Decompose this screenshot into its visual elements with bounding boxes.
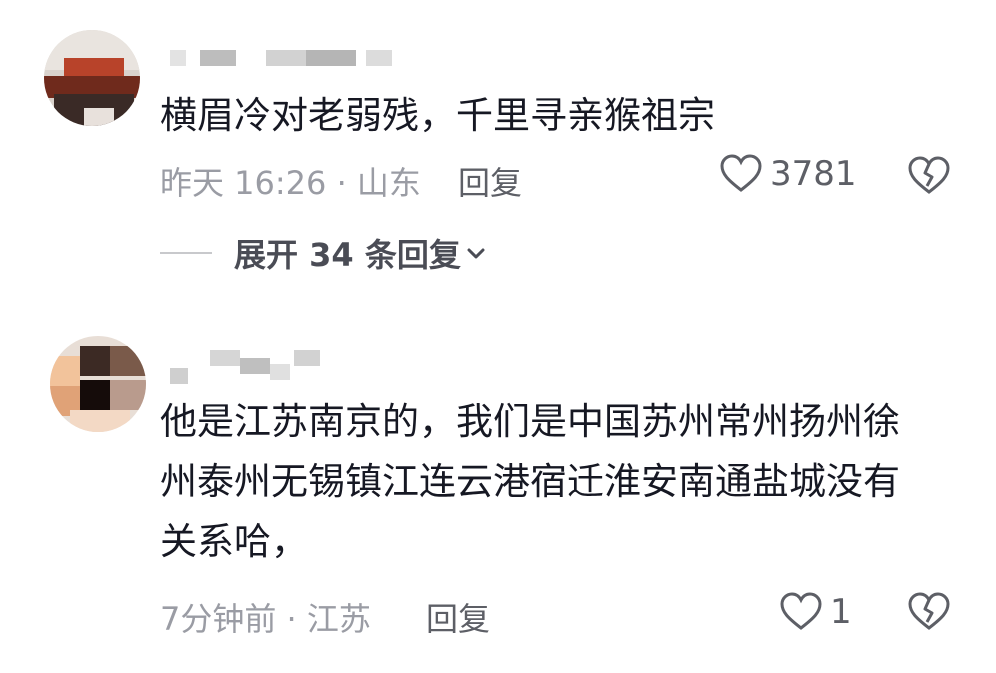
username[interactable]	[170, 46, 410, 70]
comment-text-line: 横眉冷对老弱残，千里寻亲猴祖宗	[160, 94, 715, 137]
divider	[160, 252, 212, 254]
comment-text: 他是江苏南京的，我们是中国苏州常州扬州徐 州泰州无锡镇江连云港宿迁淮安南通盐城没…	[160, 392, 900, 572]
username[interactable]	[170, 350, 340, 384]
heart-outline-icon	[780, 592, 822, 630]
avatar[interactable]	[50, 336, 146, 432]
broken-heart-icon[interactable]	[908, 592, 950, 632]
like-count: 1	[830, 592, 852, 632]
like-count: 3781	[770, 154, 857, 194]
reply-button[interactable]: 回复	[458, 158, 522, 204]
comment-text-line: 州泰州无锡镇江连云港宿迁淮安南通盐城没有	[160, 460, 900, 503]
avatar[interactable]	[44, 30, 140, 126]
expand-replies-label: 展开 34 条回复	[234, 236, 461, 274]
chevron-down-icon	[467, 248, 485, 259]
comment-item: 横眉冷对老弱残，千里寻亲猴祖宗 昨天 16:26 · 山东 回复 3781 展开…	[0, 0, 996, 300]
comment-text-line: 关系哈，	[160, 520, 308, 563]
like-button[interactable]: 1	[780, 592, 852, 632]
comment-text: 横眉冷对老弱残，千里寻亲猴祖宗	[160, 86, 715, 146]
broken-heart-icon[interactable]	[908, 156, 950, 196]
comment-item: 他是江苏南京的，我们是中国苏州常州扬州徐 州泰州无锡镇江连云港宿迁淮安南通盐城没…	[0, 320, 996, 673]
comment-text-line: 他是江苏南京的，我们是中国苏州常州扬州徐	[160, 400, 900, 443]
like-button[interactable]: 3781	[720, 154, 857, 194]
comment-time-location: 昨天 16:26 · 山东	[160, 164, 421, 202]
heart-outline-icon	[720, 154, 762, 192]
expand-replies-button[interactable]: 展开 34 条回复	[160, 230, 487, 276]
comment-time-location: 7分钟前 · 江苏	[160, 600, 371, 638]
reply-button[interactable]: 回复	[426, 594, 490, 640]
